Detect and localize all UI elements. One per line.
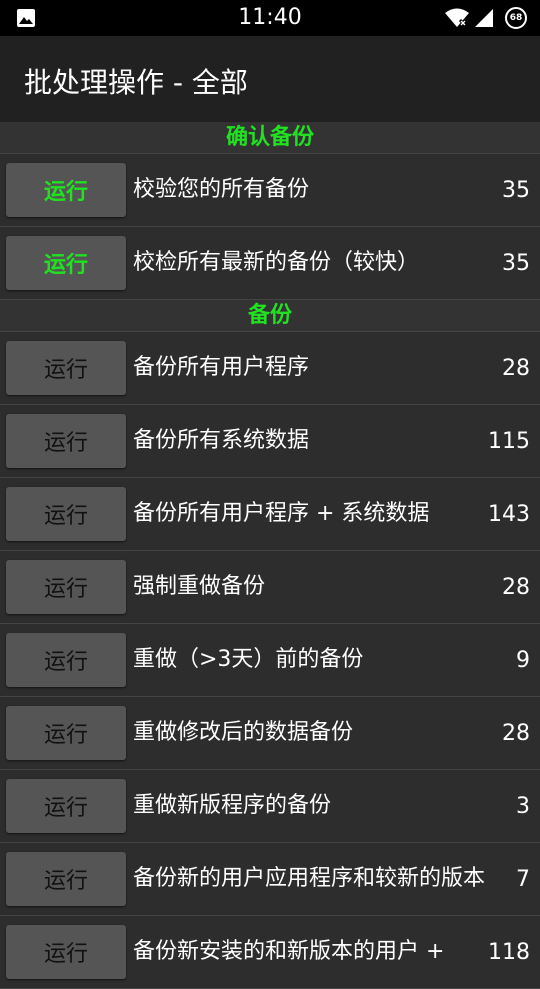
item-label: 校检所有最新的备份（较快）: [133, 250, 420, 275]
section-header-verify: 确认备份: [0, 122, 540, 154]
section-header-backup: 备份: [0, 300, 540, 332]
run-button[interactable]: 运行: [6, 236, 126, 290]
list-item: 运行 强制重做备份 28: [0, 551, 540, 624]
status-bar: 11:40 68: [0, 0, 540, 36]
signal-icon: [475, 9, 493, 27]
run-button[interactable]: 运行: [6, 706, 126, 760]
item-label: 备份所有用户程序 + 系统数据: [133, 501, 430, 526]
run-button[interactable]: 运行: [6, 414, 126, 468]
run-button[interactable]: 运行: [6, 341, 126, 395]
list-item: 运行 重做修改后的数据备份 28: [0, 697, 540, 770]
item-label: 备份所有系统数据: [133, 428, 310, 453]
page-title: 批处理操作 - 全部: [24, 66, 248, 99]
run-button[interactable]: 运行: [6, 163, 126, 217]
run-button[interactable]: 运行: [6, 925, 126, 979]
battery-level: 68: [509, 13, 523, 23]
list-item: 运行 备份所有用户程序 + 系统数据 143: [0, 478, 540, 551]
app-bar: 批处理操作 - 全部: [0, 36, 540, 122]
item-count: 115: [488, 428, 530, 454]
item-count: 28: [502, 574, 530, 600]
item-count: 143: [488, 501, 530, 527]
list-item: 运行 备份所有系统数据 115: [0, 405, 540, 478]
list-item: 运行 备份新安装的和新版本的用户 + 118: [0, 916, 540, 989]
item-label: 备份新安装的和新版本的用户 +: [133, 939, 445, 964]
run-button[interactable]: 运行: [6, 487, 126, 541]
list-item: 运行 重做（>3天）前的备份 9: [0, 624, 540, 697]
item-label: 校验您的所有备份: [133, 177, 310, 202]
run-button[interactable]: 运行: [6, 779, 126, 833]
item-label: 重做修改后的数据备份: [133, 720, 354, 745]
item-count: 118: [488, 939, 530, 965]
item-count: 28: [502, 720, 530, 746]
list-item: 运行 校验您的所有备份 35: [0, 154, 540, 227]
item-label: 重做新版程序的备份: [133, 793, 332, 818]
list-item: 运行 校检所有最新的备份（较快） 35: [0, 227, 540, 300]
item-count: 28: [502, 355, 530, 381]
item-label: 备份新的用户应用程序和较新的版本: [133, 866, 486, 891]
wifi-off-icon: [445, 8, 469, 28]
batch-list: 确认备份 运行 校验您的所有备份 35 运行 校检所有最新的备份（较快） 35 …: [0, 122, 540, 989]
run-button[interactable]: 运行: [6, 560, 126, 614]
item-count: 35: [502, 177, 530, 203]
run-button[interactable]: 运行: [6, 852, 126, 906]
item-count: 3: [516, 793, 530, 819]
item-label: 备份所有用户程序: [133, 355, 310, 380]
item-count: 7: [516, 866, 530, 892]
item-label: 重做（>3天）前的备份: [133, 647, 364, 672]
item-count: 9: [516, 647, 530, 673]
run-button[interactable]: 运行: [6, 633, 126, 687]
list-item: 运行 备份新的用户应用程序和较新的版本 7: [0, 843, 540, 916]
item-count: 35: [502, 250, 530, 276]
item-label: 强制重做备份: [133, 574, 266, 599]
list-item: 运行 重做新版程序的备份 3: [0, 770, 540, 843]
battery-icon: 68: [505, 7, 527, 29]
list-item: 运行 备份所有用户程序 28: [0, 332, 540, 405]
